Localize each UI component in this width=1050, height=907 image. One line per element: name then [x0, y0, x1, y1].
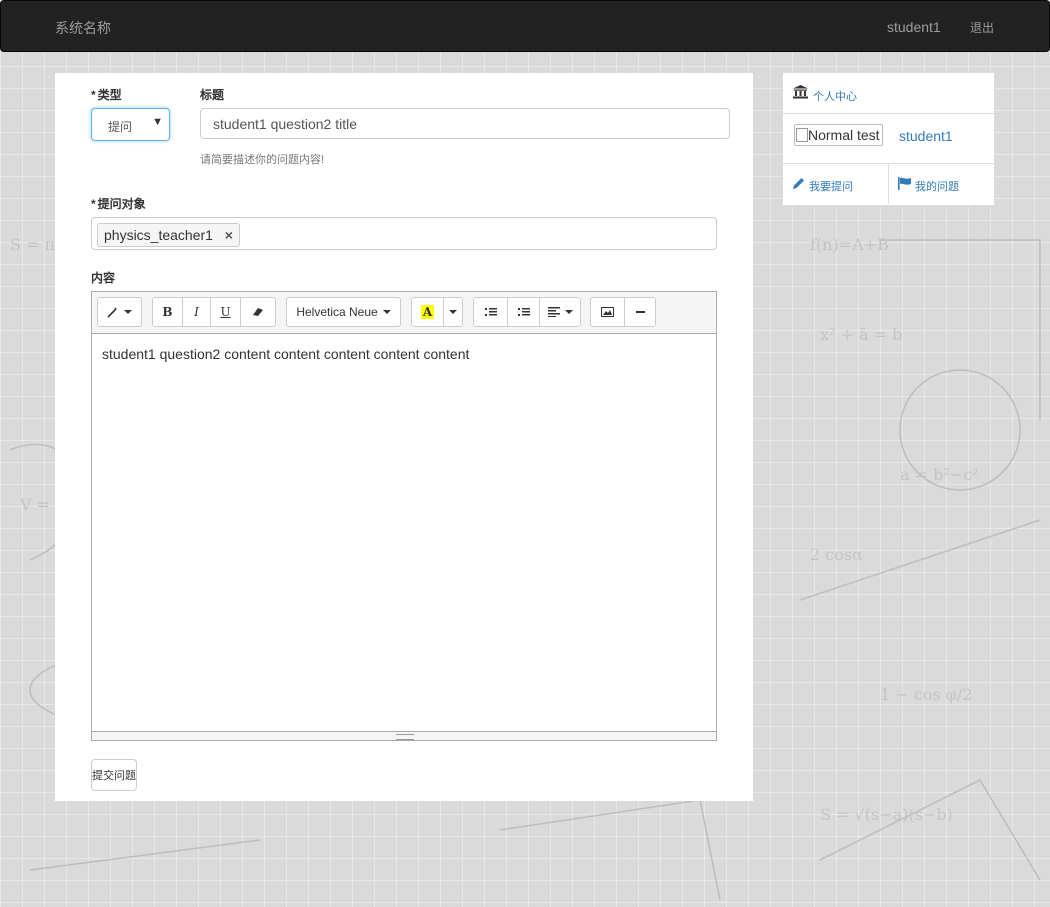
teacher-tag: physics_teacher1 ×: [97, 223, 240, 247]
minus-icon: [635, 311, 645, 313]
broken-image-icon: [796, 128, 808, 142]
submit-question-button[interactable]: 提交问题: [91, 759, 137, 791]
svg-text:x² + ā = b: x² + ā = b: [820, 325, 902, 344]
type-select[interactable]: 提问 ▼: [91, 108, 170, 141]
sidebar-header: 个人中心: [782, 72, 995, 114]
unordered-list-button[interactable]: [473, 297, 508, 327]
list-ol-icon: [517, 308, 530, 316]
sidebar-username-link[interactable]: student1: [899, 128, 953, 144]
rich-text-editor: B I U Helvetica Neue A student1 question…: [91, 291, 717, 741]
nav-username-link[interactable]: student1: [887, 19, 941, 35]
resize-grip-icon: [396, 734, 414, 740]
horizontal-rule-button[interactable]: [624, 297, 656, 327]
ask-question-link[interactable]: 我要提问: [783, 164, 889, 204]
font-color-icon: A: [420, 305, 435, 319]
clear-format-button[interactable]: [240, 297, 276, 327]
italic-icon: I: [194, 305, 199, 319]
sidebar-links-row: 我要提问 我的问题: [782, 164, 995, 206]
paragraph-align-dropdown[interactable]: [539, 297, 581, 327]
editor-content[interactable]: student1 question2 content content conte…: [102, 346, 469, 362]
underline-icon: U: [220, 305, 231, 319]
title-label: 标题: [200, 88, 225, 102]
svg-text:a = b²−c²: a = b²−c²: [900, 465, 979, 484]
top-navbar: 系统名称 student1 退出: [0, 0, 1050, 52]
svg-text:S = √(s−a)(s−b): S = √(s−a)(s−b): [820, 805, 953, 824]
svg-text:2 cosα: 2 cosα: [810, 545, 863, 564]
user-sidebar: 个人中心 Normal test student1 我要提问 我的问题: [782, 72, 995, 206]
eraser-icon: [253, 308, 263, 316]
my-questions-link[interactable]: 我的问题: [889, 164, 994, 204]
font-name-label: Helvetica Neue: [296, 305, 378, 319]
bold-button[interactable]: B: [152, 297, 183, 327]
bold-icon: B: [162, 305, 173, 319]
avatar: Normal test: [794, 124, 883, 146]
align-left-icon: [547, 307, 560, 317]
type-label: * 类型: [91, 88, 122, 102]
institution-icon: [793, 85, 808, 99]
flag-icon: [898, 177, 911, 190]
list-ul-icon: [484, 308, 497, 316]
type-select-value: 提问: [108, 120, 133, 134]
picture-icon: [601, 307, 614, 317]
chevron-down-icon: ▼: [152, 116, 163, 128]
my-questions-label: 我的问题: [915, 181, 959, 193]
font-name-dropdown[interactable]: Helvetica Neue: [286, 297, 401, 327]
title-input[interactable]: student1 question2 title: [200, 108, 730, 139]
insert-picture-button[interactable]: [590, 297, 625, 327]
brand-link[interactable]: 系统名称: [55, 18, 111, 38]
sidebar-title[interactable]: 个人中心: [813, 88, 857, 104]
style-dropdown-button[interactable]: [97, 297, 142, 327]
svg-text:f(n)=A+B: f(n)=A+B: [810, 235, 889, 254]
editor-toolbar: B I U Helvetica Neue A: [92, 292, 716, 334]
sidebar-user-row: Normal test student1: [782, 114, 995, 164]
logout-link[interactable]: 退出: [970, 19, 994, 36]
content-label: 内容: [91, 271, 116, 285]
italic-button[interactable]: I: [182, 297, 211, 327]
text-color-button[interactable]: A: [411, 297, 444, 327]
svg-text:1 − cos φ/2: 1 − cos φ/2: [880, 685, 972, 704]
color-dropdown-button[interactable]: [443, 297, 463, 327]
ask-question-label: 我要提问: [809, 181, 853, 193]
teacher-label: * 提问对象: [91, 197, 146, 211]
underline-button[interactable]: U: [210, 297, 241, 327]
question-form-panel: * 类型 提问 ▼ 标题 student1 question2 title 请简要…: [55, 73, 753, 801]
avatar-alt-text: Normal test: [808, 127, 880, 143]
ordered-list-button[interactable]: [507, 297, 540, 327]
magic-wand-icon: [107, 307, 118, 318]
remove-tag-icon[interactable]: ×: [225, 224, 233, 246]
teacher-tag-input[interactable]: physics_teacher1 ×: [91, 217, 717, 250]
editor-resize-bar[interactable]: [92, 731, 716, 740]
title-help-text: 请简要描述你的问题内容!: [200, 154, 325, 166]
pencil-icon: [793, 178, 804, 189]
